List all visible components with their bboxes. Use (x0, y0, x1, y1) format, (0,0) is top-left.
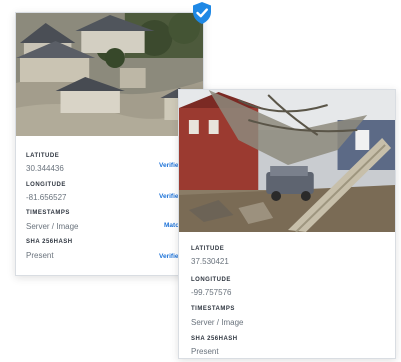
longitude-label: LONGITUDE (191, 277, 231, 283)
longitude-value: -81.656527 (26, 193, 67, 202)
latitude-value: 37.530421 (191, 257, 229, 266)
verified-shield-icon (191, 1, 213, 25)
evidence-card-flood[interactable]: LATITUDE 30.344436 Verifie LONGITUDE -81… (15, 12, 204, 276)
sha-value: Present (191, 347, 219, 356)
sha-status: Verifie (159, 253, 179, 260)
sha-label: SHA 256HASH (26, 239, 73, 245)
sha-value: Present (26, 251, 54, 260)
longitude-status: Verifie (159, 193, 179, 200)
latitude-label: LATITUDE (191, 246, 225, 252)
timestamps-label: TIMESTAMPS (26, 210, 70, 216)
storm-damage-photo (179, 90, 395, 232)
sha-label: SHA 256HASH (191, 336, 238, 342)
timestamps-label: TIMESTAMPS (191, 306, 235, 312)
longitude-label: LONGITUDE (26, 182, 66, 188)
flood-photo (16, 13, 203, 136)
timestamps-value: Server / Image (26, 222, 79, 231)
latitude-value: 30.344436 (26, 164, 64, 173)
longitude-value: -99.757576 (191, 288, 232, 297)
latitude-label: LATITUDE (26, 153, 60, 159)
timestamps-value: Server / Image (191, 318, 244, 327)
evidence-card-storm[interactable]: LATITUDE 37.530421 LONGITUDE -99.757576 … (178, 89, 396, 359)
latitude-status: Verifie (159, 162, 179, 169)
